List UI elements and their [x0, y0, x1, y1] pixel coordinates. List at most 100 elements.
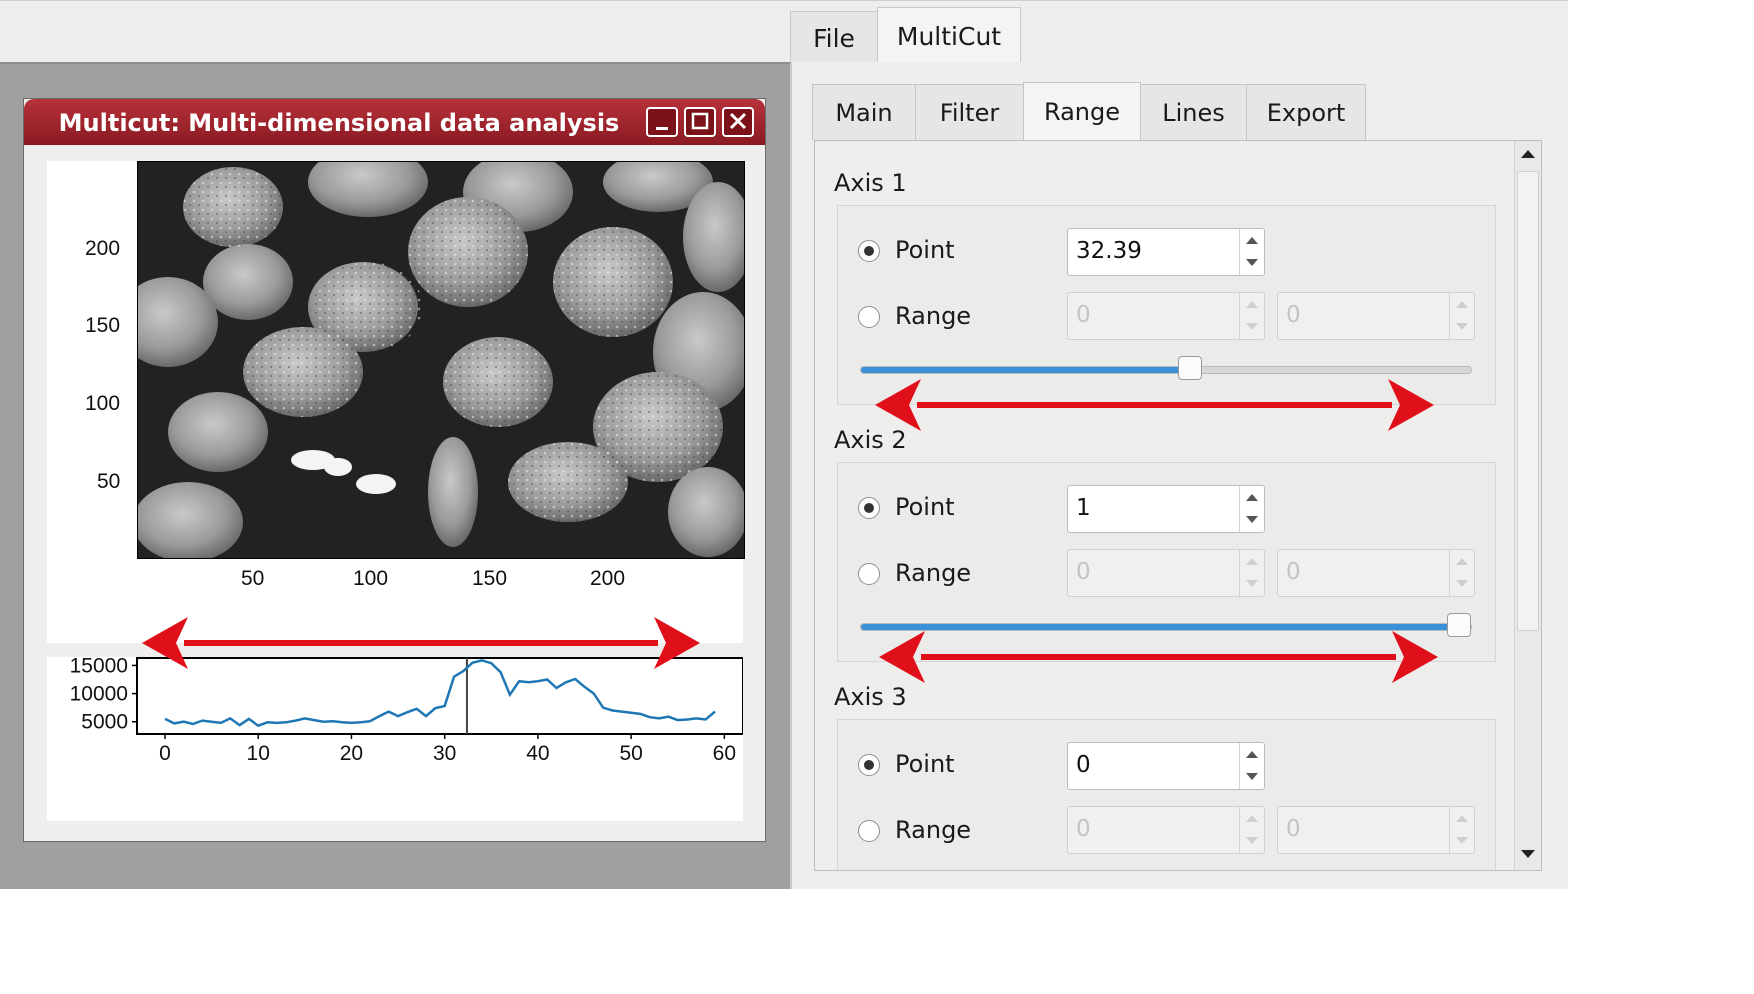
- minimize-button[interactable]: [646, 107, 678, 137]
- spin-up-icon[interactable]: [1246, 558, 1258, 565]
- spin-down-icon[interactable]: [1246, 580, 1258, 587]
- axis-1-point-radio[interactable]: [858, 240, 880, 262]
- axis-3-range-radio[interactable]: [858, 820, 880, 842]
- range-scroll-area[interactable]: Axis 1 Point 32.39 Range 0 0 Axis 2 Poin…: [814, 140, 1542, 871]
- x-tick-label: 20: [340, 742, 363, 765]
- maximize-button[interactable]: [684, 107, 716, 137]
- spin-up-icon[interactable]: [1456, 301, 1468, 308]
- x-tick-label: 30: [433, 742, 456, 765]
- scroll-up-icon[interactable]: [1521, 150, 1535, 158]
- axis-1-point-spinbox[interactable]: 32.39: [1067, 228, 1265, 276]
- axis-2-range-radio[interactable]: [858, 563, 880, 585]
- spin-arrows[interactable]: [1449, 807, 1474, 853]
- spin-down-icon[interactable]: [1246, 773, 1258, 780]
- spin-down-icon[interactable]: [1456, 837, 1468, 844]
- nuclei-image: [138, 162, 744, 558]
- spin-down-icon[interactable]: [1246, 323, 1258, 330]
- tab-range[interactable]: Range: [1023, 82, 1141, 140]
- spin-arrows[interactable]: [1449, 550, 1474, 596]
- axis-2-range-min-spinbox[interactable]: 0: [1067, 549, 1265, 597]
- axis-2-range-label: Range: [895, 559, 972, 587]
- axis-3-point-label: Point: [895, 750, 955, 778]
- close-button[interactable]: [722, 107, 754, 137]
- axis-2-point-radio[interactable]: [858, 497, 880, 519]
- x-tick-label: 50: [619, 742, 642, 765]
- spin-up-icon[interactable]: [1246, 237, 1258, 244]
- vertical-scrollbar[interactable]: [1514, 141, 1541, 870]
- axis-2-range-max: 0: [1286, 559, 1301, 585]
- axis-3-point-radio[interactable]: [858, 754, 880, 776]
- axis-3-point-spinbox[interactable]: 0: [1067, 742, 1265, 790]
- tab-filter[interactable]: Filter: [915, 84, 1024, 140]
- axis-3-range-max-spinbox[interactable]: 0: [1277, 806, 1475, 854]
- maximize-icon: [691, 112, 709, 130]
- axis-3-range-min-spinbox[interactable]: 0: [1067, 806, 1265, 854]
- y-tick-label: 5000: [81, 711, 128, 734]
- axis-1-range-max-spinbox[interactable]: 0: [1277, 292, 1475, 340]
- axis-1-point-label: Point: [895, 236, 955, 264]
- spin-down-icon[interactable]: [1246, 516, 1258, 523]
- axis-3-label: Axis 3: [834, 683, 907, 711]
- tab-multicut[interactable]: MultiCut: [877, 7, 1021, 65]
- axis-1-slider-handle[interactable]: [1178, 356, 1203, 380]
- axis-1-range-min: 0: [1076, 302, 1091, 328]
- plot-separator: [47, 643, 743, 657]
- spin-up-icon[interactable]: [1456, 815, 1468, 822]
- axis-1-label: Axis 1: [834, 169, 907, 197]
- scrollbar-thumb[interactable]: [1517, 171, 1539, 631]
- axis-2-point-label: Point: [895, 493, 955, 521]
- tab-export[interactable]: Export: [1246, 84, 1366, 140]
- axis-1-range-radio[interactable]: [858, 306, 880, 328]
- window-titlebar[interactable]: Multicut: Multi-dimensional data analysi…: [24, 99, 765, 145]
- tab-file[interactable]: File: [790, 11, 878, 64]
- x-tick: 100: [353, 567, 389, 590]
- y-tick: 150: [85, 314, 121, 337]
- spin-arrows[interactable]: [1239, 486, 1264, 532]
- spin-arrows[interactable]: [1239, 550, 1264, 596]
- spin-down-icon[interactable]: [1246, 837, 1258, 844]
- chart-frame: [136, 657, 743, 735]
- axis-2-label: Axis 2: [834, 426, 907, 454]
- axis-2-slider[interactable]: [860, 613, 1472, 637]
- spin-up-icon[interactable]: [1246, 751, 1258, 758]
- multicut-panel: Main Filter Range Lines Export Axis 1 Po…: [790, 62, 1568, 889]
- x-tick: 50: [241, 567, 265, 590]
- axis-2-range-min: 0: [1076, 559, 1091, 585]
- spin-down-icon[interactable]: [1246, 259, 1258, 266]
- x-tick-label: 40: [526, 742, 549, 765]
- axis-2-point-value: 1: [1076, 495, 1091, 521]
- spin-down-icon[interactable]: [1456, 323, 1468, 330]
- axis-1-range-min-spinbox[interactable]: 0: [1067, 292, 1265, 340]
- close-icon: [729, 112, 747, 130]
- axis-2-range-max-spinbox[interactable]: 0: [1277, 549, 1475, 597]
- axis-1-range-label: Range: [895, 302, 972, 330]
- spin-arrows[interactable]: [1239, 293, 1264, 339]
- microscopy-image[interactable]: [137, 161, 745, 559]
- axis-3-group: Point 0 Range 0 0: [837, 719, 1496, 870]
- plot-area: 200 150 100 50 50 100 150 200 0 10 20 30 40 5…: [47, 161, 745, 821]
- x-tick: 200: [590, 567, 626, 590]
- tab-main[interactable]: Main: [812, 84, 916, 140]
- spin-arrows[interactable]: [1239, 743, 1264, 789]
- spin-arrows[interactable]: [1239, 229, 1264, 275]
- x-tick: 150: [472, 567, 508, 590]
- axis-3-point-value: 0: [1076, 752, 1091, 778]
- spin-up-icon[interactable]: [1246, 815, 1258, 822]
- profile-chart[interactable]: 0 10 20 30 40 50 60 15000 10000 5000: [47, 657, 743, 819]
- y-tick-label: 10000: [70, 683, 128, 706]
- axis-1-group: Point 32.39 Range 0 0: [837, 205, 1496, 405]
- spin-up-icon[interactable]: [1246, 494, 1258, 501]
- axis-1-slider[interactable]: [860, 356, 1472, 380]
- axis-2-slider-handle[interactable]: [1447, 613, 1471, 637]
- spin-down-icon[interactable]: [1456, 580, 1468, 587]
- axis-1-range-max: 0: [1286, 302, 1301, 328]
- spin-arrows[interactable]: [1239, 807, 1264, 853]
- tab-lines[interactable]: Lines: [1140, 84, 1247, 140]
- x-tick-label: 0: [159, 742, 171, 765]
- spin-up-icon[interactable]: [1456, 558, 1468, 565]
- axis-2-point-spinbox[interactable]: 1: [1067, 485, 1265, 533]
- top-strip: File MultiCut: [0, 0, 1568, 65]
- spin-arrows[interactable]: [1449, 293, 1474, 339]
- scroll-down-icon[interactable]: [1521, 850, 1535, 858]
- spin-up-icon[interactable]: [1246, 301, 1258, 308]
